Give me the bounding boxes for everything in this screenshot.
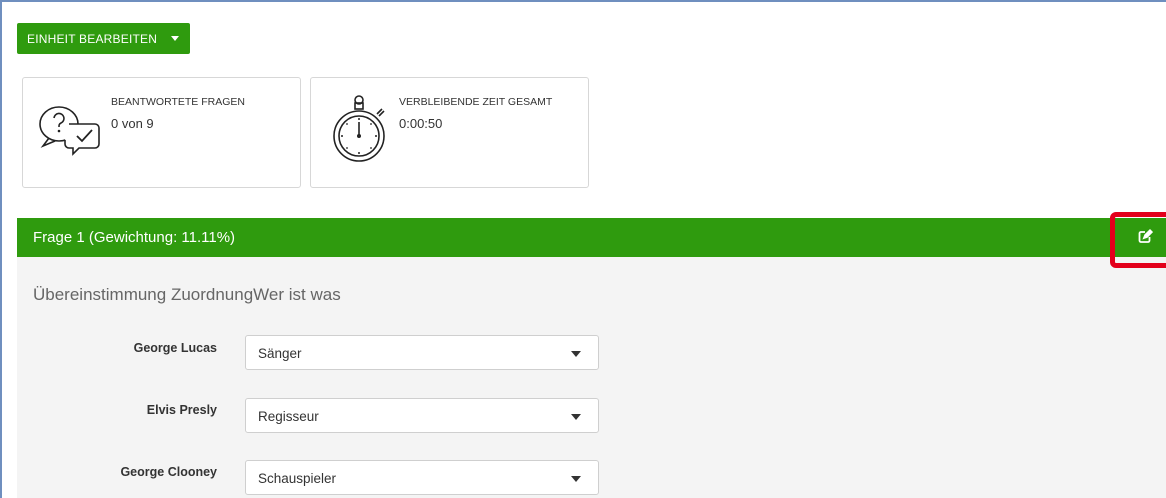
remaining-time-card: VERBLEIBENDE ZEIT GESAMT 0:00:50 — [310, 77, 589, 188]
match-select[interactable]: Sänger — [245, 335, 599, 370]
chevron-down-icon — [571, 351, 581, 357]
chat-question-check-icon — [39, 106, 100, 156]
chevron-down-icon — [571, 414, 581, 420]
dropdown-caret-icon[interactable] — [167, 23, 190, 54]
answered-questions-card: BEANTWORTETE FRAGEN 0 von 9 — [22, 77, 301, 188]
edit-unit-label: EINHEIT BEARBEITEN — [27, 31, 158, 46]
match-select-value: Sänger — [258, 346, 302, 361]
match-select[interactable]: Schauspieler — [245, 460, 599, 495]
question-text: Übereinstimmung ZuordnungWer ist was — [33, 285, 341, 304]
remaining-time-value: 0:00:50 — [399, 116, 443, 131]
annotation-highlight-box — [1110, 212, 1166, 268]
match-row-label: George Clooney — [120, 465, 217, 479]
question-body: Übereinstimmung ZuordnungWer ist was Geo… — [17, 257, 1166, 498]
stopwatch-icon — [333, 95, 385, 162]
answered-questions-title: BEANTWORTETE FRAGEN — [111, 96, 245, 108]
match-select[interactable]: Regisseur — [245, 398, 599, 433]
chevron-down-icon — [571, 476, 581, 482]
question-title: Frage 1 (Gewichtung: 11.11%) — [33, 229, 236, 246]
question-header: Frage 1 (Gewichtung: 11.11%) — [17, 218, 1166, 257]
match-select-value: Regisseur — [258, 409, 319, 424]
answered-questions-value: 0 von 9 — [111, 116, 154, 131]
remaining-time-title: VERBLEIBENDE ZEIT GESAMT — [399, 96, 553, 108]
match-select-value: Schauspieler — [258, 471, 337, 486]
match-row-label: Elvis Presly — [146, 403, 217, 417]
match-row-label: George Lucas — [133, 341, 217, 355]
edit-unit-button[interactable]: EINHEIT BEARBEITEN — [17, 23, 191, 54]
